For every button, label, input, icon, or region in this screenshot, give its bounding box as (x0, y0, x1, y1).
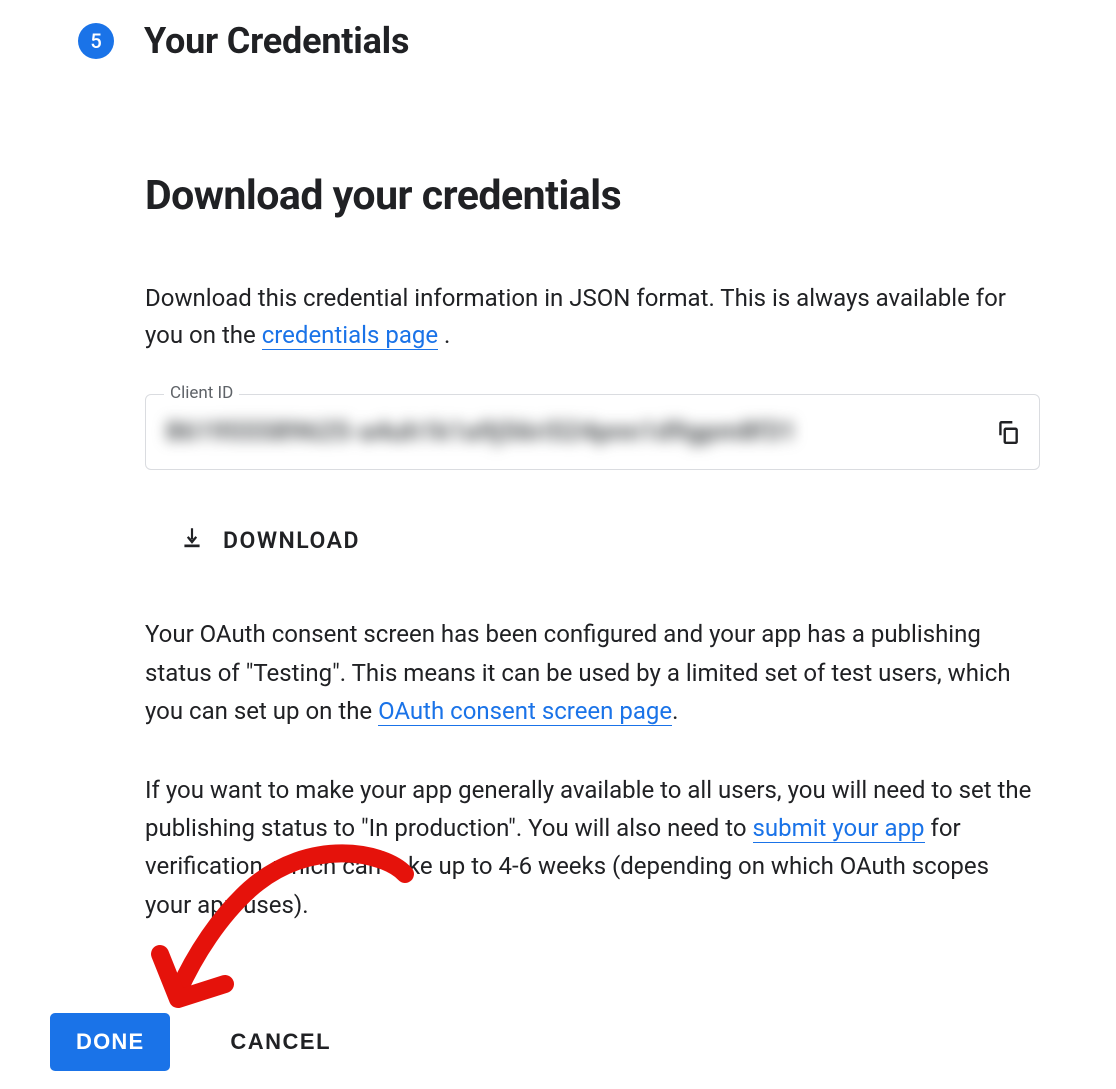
submit-your-app-link[interactable]: submit your app (753, 814, 925, 843)
client-id-value: 861955589625-a4uh1k1a9j56ri524pnn1d9gpm8… (166, 417, 796, 447)
step-title: Your Credentials (144, 20, 409, 62)
download-icon (179, 525, 205, 555)
consent-status-text: Your OAuth consent screen has been confi… (145, 615, 1040, 730)
copy-icon[interactable] (995, 419, 1021, 445)
done-button[interactable]: DONE (50, 1013, 170, 1071)
intro-text: Download this credential information in … (145, 280, 1040, 354)
credentials-page-link[interactable]: credentials page (262, 321, 438, 350)
download-label: DOWNLOAD (223, 527, 360, 554)
cancel-button[interactable]: CANCEL (224, 1028, 337, 1056)
client-id-label: Client ID (164, 383, 239, 403)
consent-text-after: . (672, 697, 678, 725)
step-number-badge: 5 (78, 23, 114, 59)
client-id-field: Client ID 861955589625-a4uh1k1a9j56ri524… (145, 394, 1040, 470)
intro-text-after: . (444, 321, 450, 349)
download-button[interactable]: DOWNLOAD (179, 525, 1040, 555)
publish-info-text: If you want to make your app generally a… (145, 771, 1040, 925)
oauth-consent-screen-link[interactable]: OAuth consent screen page (378, 697, 672, 726)
section-subtitle: Download your credentials (145, 172, 1040, 220)
